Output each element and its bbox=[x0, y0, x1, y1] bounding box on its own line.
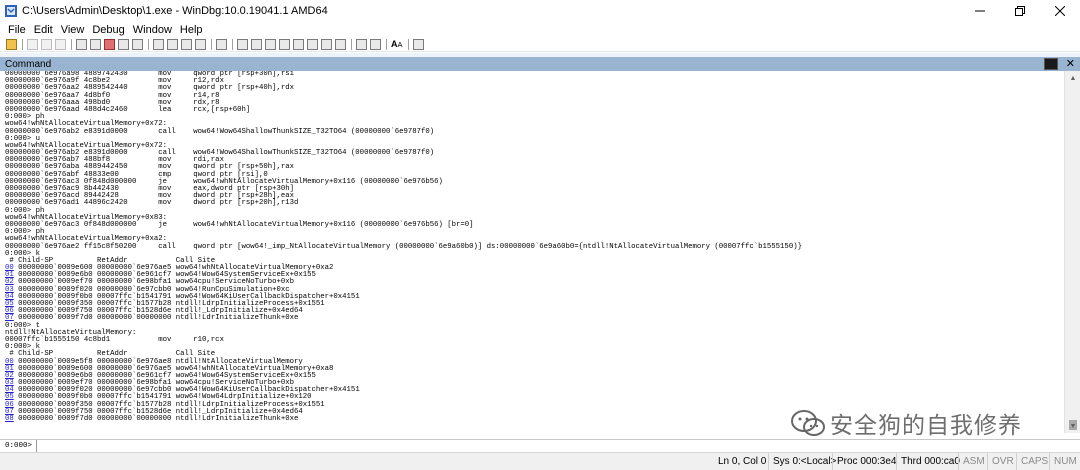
source-file-icon[interactable] bbox=[412, 38, 424, 50]
source-mode-icon[interactable] bbox=[356, 38, 367, 50]
command-prompt-icon[interactable] bbox=[1044, 58, 1058, 70]
toolbar-separator bbox=[407, 38, 409, 50]
menu-edit[interactable]: Edit bbox=[30, 24, 57, 36]
frame-text: 00000000`0009f7d0 00000000`00000000 ntdl… bbox=[13, 415, 299, 423]
toolbar: AA bbox=[0, 37, 1080, 52]
wechat-icon bbox=[791, 410, 825, 436]
menu-bar: File Edit View Debug Window Help bbox=[0, 22, 1080, 37]
window-controls bbox=[960, 0, 1080, 22]
break-icon[interactable] bbox=[132, 38, 143, 50]
cut-icon[interactable] bbox=[27, 38, 38, 50]
step-into-icon[interactable] bbox=[153, 38, 164, 50]
output-line: 00000000`6e976ac3 0f848d000000 je wow64!… bbox=[5, 220, 474, 229]
status-line-col: Ln 0, Col 0 bbox=[718, 456, 767, 467]
toolbar-separator bbox=[148, 38, 149, 50]
minimize-button[interactable] bbox=[960, 0, 1000, 22]
status-bar: Ln 0, Col 0 Sys 0:<Local> Proc 000:3e4 T… bbox=[0, 452, 1080, 470]
disassembly-window-icon[interactable] bbox=[321, 38, 332, 50]
scroll-up-icon[interactable]: ▲ bbox=[1065, 71, 1080, 85]
title-bar: C:\Users\Admin\Desktop\1.exe - WinDbg:10… bbox=[0, 0, 1080, 22]
hand-icon[interactable] bbox=[216, 38, 227, 50]
output-line: 07 00000000`0009f7d0 00000000`00000000 n… bbox=[5, 315, 1063, 322]
step-out-icon[interactable] bbox=[181, 38, 192, 50]
restore-icon bbox=[1015, 6, 1025, 16]
command-prompt: 0:000> bbox=[5, 442, 33, 450]
watermark: 安全狗的自我修养 bbox=[790, 406, 1022, 440]
window-title: C:\Users\Admin\Desktop\1.exe - WinDbg:10… bbox=[22, 5, 328, 17]
menu-file[interactable]: File bbox=[4, 24, 30, 36]
status-asm: ASM bbox=[958, 453, 985, 470]
watermark-text: 安全狗的自我修养 bbox=[830, 413, 1022, 439]
toolbar-separator bbox=[22, 38, 23, 50]
command-output[interactable]: 00000000`6e976a98 4889742430 mov qword p… bbox=[5, 71, 1063, 433]
command-window: Command ✕ 00000000`6e976a98 4889742430 m… bbox=[0, 57, 1080, 452]
run-to-cursor-icon[interactable] bbox=[195, 38, 206, 50]
menu-help[interactable]: Help bbox=[176, 24, 207, 36]
step-over-icon[interactable] bbox=[167, 38, 178, 50]
status-ovr: OVR bbox=[987, 453, 1014, 470]
frame-number-link[interactable]: 08 bbox=[5, 415, 14, 423]
windbg-app-icon bbox=[5, 5, 17, 17]
status-process: Proc 000:3e4 bbox=[832, 453, 897, 470]
status-system: Sys 0:<Local> bbox=[768, 453, 836, 470]
call-stack-window-icon[interactable] bbox=[307, 38, 318, 50]
toolbar-separator bbox=[71, 38, 72, 50]
scratch-pad-icon[interactable] bbox=[335, 38, 346, 50]
status-num: NUM bbox=[1049, 453, 1077, 470]
minimize-icon bbox=[975, 10, 985, 12]
restart-icon[interactable] bbox=[90, 38, 101, 50]
command-window-icon[interactable] bbox=[237, 38, 248, 50]
output-line: 00000000`6e976ae2 ff15c8f50200 call qwor… bbox=[5, 242, 802, 251]
toolbar-separator bbox=[232, 38, 233, 50]
output-line: 00000000`6e976aad 488d4c2460 lea rcx,[rs… bbox=[5, 105, 251, 114]
locals-window-icon[interactable] bbox=[265, 38, 276, 50]
command-input-row: 0:000> bbox=[0, 439, 1080, 452]
toolbar-separator bbox=[211, 38, 212, 50]
go-icon[interactable] bbox=[76, 38, 87, 50]
font-icon[interactable]: AA bbox=[391, 39, 403, 49]
detach-icon[interactable] bbox=[118, 38, 129, 50]
copy-icon[interactable] bbox=[41, 38, 52, 50]
registers-window-icon[interactable] bbox=[279, 38, 290, 50]
scroll-down-icon[interactable]: ▼ bbox=[1065, 419, 1080, 433]
close-button[interactable] bbox=[1040, 0, 1080, 22]
stop-debugging-icon[interactable] bbox=[104, 38, 115, 50]
output-line: 00000000`6e976ab2 e8391d0000 call wow64!… bbox=[5, 127, 435, 136]
command-window-title: Command bbox=[5, 58, 52, 70]
command-window-header: Command ✕ bbox=[0, 57, 1080, 71]
menu-view[interactable]: View bbox=[57, 24, 89, 36]
restore-button[interactable] bbox=[1000, 0, 1040, 22]
memory-window-icon[interactable] bbox=[293, 38, 304, 50]
output-line: 0:000> t bbox=[5, 321, 41, 330]
menu-debug[interactable]: Debug bbox=[88, 24, 128, 36]
frame-text: 00000000`0009f7d0 00000000`00000000 ntdl… bbox=[13, 314, 299, 323]
close-icon bbox=[1055, 6, 1065, 16]
command-window-close-icon[interactable]: ✕ bbox=[1066, 57, 1075, 71]
paste-icon[interactable] bbox=[55, 38, 66, 50]
open-folder-icon[interactable] bbox=[6, 38, 17, 50]
status-thread: Thrd 000:ca0 bbox=[896, 453, 960, 470]
status-caps: CAPS bbox=[1016, 453, 1048, 470]
options-icon[interactable] bbox=[370, 38, 381, 50]
toolbar-separator bbox=[351, 38, 352, 50]
output-line: 00007ffc`b1555150 4c8bd1 mov r10,rcx bbox=[5, 335, 224, 344]
menu-window[interactable]: Window bbox=[129, 24, 176, 36]
output-scrollbar[interactable]: ▲ ▼ bbox=[1064, 71, 1080, 433]
toolbar-separator bbox=[386, 38, 387, 50]
watch-window-icon[interactable] bbox=[251, 38, 262, 50]
output-line: 00000000`6e976ad1 44896c2420 mov dword p… bbox=[5, 199, 299, 208]
command-input[interactable] bbox=[36, 440, 1080, 452]
